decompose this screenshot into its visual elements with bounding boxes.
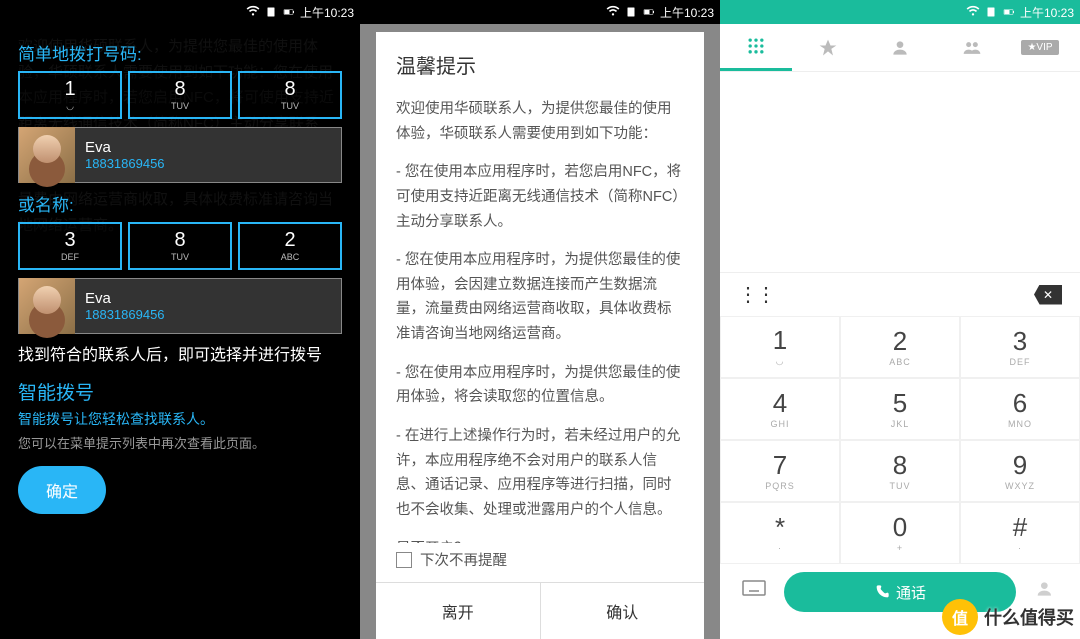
menu-icon[interactable]: ⋮⋮ (738, 282, 774, 307)
battery-icon (1002, 5, 1016, 19)
avatar (19, 278, 75, 334)
tab-groups[interactable] (936, 24, 1008, 71)
contact-phone: 18831869456 (85, 156, 165, 171)
dialog-body: 欢迎使用华硕联系人，为提供您最佳的使用体验，华硕联系人需要使用到如下功能： - … (376, 97, 704, 543)
dial-key-5[interactable]: 5JKL (840, 378, 960, 440)
dial-key[interactable]: 3DEF (18, 222, 122, 270)
feature-hint: 您可以在菜单提示列表中再次查看此页面。 (18, 433, 342, 452)
dial-key-1[interactable]: 1◡ (720, 316, 840, 378)
status-time: 上午10:23 (300, 4, 354, 21)
backspace-icon[interactable]: ✕ (1034, 285, 1062, 305)
status-bar: 上午10:23 (0, 0, 360, 24)
blank-area (720, 72, 1080, 272)
contact-name: Eva (85, 139, 165, 156)
dial-pad: 1◡2ABC3DEF 4GHI5JKL6MNO 7PQRS8TUV9WXYZ *·0+… (720, 316, 1080, 564)
dial-key[interactable]: 2ABC (238, 222, 342, 270)
feature-title: 智能拨号 (18, 378, 342, 405)
dial-key[interactable]: 8TUV (128, 71, 232, 119)
dont-remind-checkbox[interactable]: 下次不再提醒 (376, 543, 704, 582)
watermark-icon: 值 (942, 599, 978, 635)
dialog-actions: 离开 确认 (376, 582, 704, 639)
watermark-text: 什么值得买 (984, 604, 1074, 630)
feature-subtitle: 智能拨号让您轻松查找联系人。 (18, 409, 342, 429)
status-bar: 上午10:23 (360, 0, 720, 24)
label-or-name: 或名称: (18, 191, 342, 216)
watermark: 值 什么值得买 (942, 599, 1074, 635)
checkbox-icon (396, 552, 412, 568)
tutorial-overlay: 简单地拨打号码: 1◡ 8TUV 8TUV Eva 18831869456 或名… (0, 24, 360, 639)
instruction-text: 找到符合的联系人后，即可选择并进行拨号 (18, 344, 342, 368)
battery-icon (282, 5, 296, 19)
confirm-button[interactable]: 确认 (541, 583, 705, 639)
contact-card[interactable]: Eva 18831869456 (18, 278, 342, 334)
keyboard-icon[interactable] (732, 580, 776, 604)
tab-vip[interactable]: ★VIP (1008, 24, 1080, 71)
dial-key-2[interactable]: 2ABC (840, 316, 960, 378)
dialog-paragraph: - 您在使用本应用程序时，为提供您最佳的使用体验，会因建立数据连接而产生数据流量… (396, 248, 684, 347)
avatar (19, 127, 75, 183)
dialog-paragraph: - 在进行上述操作行为时，若未经过用户的允许，本应用程序绝不会对用户的联系人信息… (396, 424, 684, 523)
dial-key-6[interactable]: 6MNO (960, 378, 1080, 440)
sd-icon (984, 5, 998, 19)
contact-card[interactable]: Eva 18831869456 (18, 127, 342, 183)
dial-key-3[interactable]: 3DEF (960, 316, 1080, 378)
dial-key-*[interactable]: *· (720, 502, 840, 564)
dialog: 温馨提示 欢迎使用华硕联系人，为提供您最佳的使用体验，华硕联系人需要使用到如下功… (376, 32, 704, 639)
wifi-icon (966, 5, 980, 19)
dial-key-0[interactable]: 0+ (840, 502, 960, 564)
dialog-paragraph: - 您在使用本应用程序时，为提供您最佳的使用体验，将会读取您的位置信息。 (396, 361, 684, 410)
dial-key[interactable]: 1◡ (18, 71, 122, 119)
contact-phone: 18831869456 (85, 307, 165, 322)
status-time: 上午10:23 (660, 4, 714, 21)
digit-bar: ⋮⋮ ✕ (720, 272, 1080, 316)
key-row-1: 1◡ 8TUV 8TUV (18, 71, 342, 119)
tab-favorites[interactable] (792, 24, 864, 71)
dial-key[interactable]: 8TUV (238, 71, 342, 119)
dial-key-4[interactable]: 4GHI (720, 378, 840, 440)
sd-icon (264, 5, 278, 19)
dial-key[interactable]: 8TUV (128, 222, 232, 270)
key-row-2: 3DEF 8TUV 2ABC (18, 222, 342, 270)
dial-key-8[interactable]: 8TUV (840, 440, 960, 502)
wifi-icon (246, 5, 260, 19)
dialog-paragraph: 欢迎使用华硕联系人，为提供您最佳的使用体验，华硕联系人需要使用到如下功能： (396, 97, 684, 146)
contact-name: Eva (85, 290, 165, 307)
dial-key-#[interactable]: #· (960, 502, 1080, 564)
phone-icon (874, 584, 890, 600)
sd-icon (624, 5, 638, 19)
dial-key-7[interactable]: 7PQRS (720, 440, 840, 502)
ok-button[interactable]: 确定 (18, 466, 106, 514)
wifi-icon (606, 5, 620, 19)
label-dial-number: 简单地拨打号码: (18, 40, 342, 65)
dialog-title: 温馨提示 (376, 32, 704, 97)
leave-button[interactable]: 离开 (376, 583, 541, 639)
dial-key-9[interactable]: 9WXYZ (960, 440, 1080, 502)
screen-permission-dialog: 上午10:23 温馨提示 欢迎使用华硕联系人，为提供您最佳的使用体验，华硕联系人… (360, 0, 720, 639)
screen-smart-dial: 上午10:23 欢迎使用华硕联系人，为提供您最佳的使用体验，华硕联系人需要使用到… (0, 0, 360, 639)
tab-bar: ★VIP (720, 24, 1080, 72)
tab-contact[interactable] (864, 24, 936, 71)
status-bar: 上午10:23 (720, 0, 1080, 24)
screen-dialer: 上午10:23 ★VIP ⋮⋮ ✕ 1◡2ABC3DEF 4GHI5JKL6MNO… (720, 0, 1080, 639)
battery-icon (642, 5, 656, 19)
tab-dialpad[interactable] (720, 24, 792, 71)
status-time: 上午10:23 (1020, 4, 1074, 21)
dialog-paragraph: - 您在使用本应用程序时，若您启用NFC，将可使用支持近距离无线通信技术（简称N… (396, 160, 684, 234)
checkbox-label: 下次不再提醒 (420, 549, 507, 570)
